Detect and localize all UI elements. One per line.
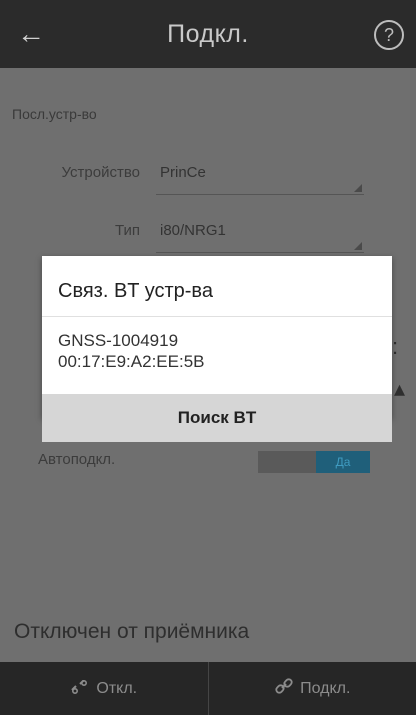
type-value[interactable]: i80/NRG1	[160, 222, 226, 239]
disconnect-button[interactable]: Откл.	[0, 662, 208, 715]
search-bt-button[interactable]: Поиск BT	[42, 394, 392, 442]
partial-arrow-icon-right: ▴	[394, 376, 406, 401]
page-title: Подкл.	[167, 19, 249, 48]
connection-status-text: Отключен от приёмника	[14, 620, 250, 643]
dialog-title: Связ. BT устр-ва	[58, 280, 213, 302]
device-spinner-underline	[156, 194, 364, 195]
disconnect-label: Откл.	[96, 679, 138, 697]
bt-devices-dialog: Связ. BT устр-ва GNSS-1004919 00:17:E9:A…	[42, 256, 392, 442]
last-device-section-label: Посл.устр-во	[12, 106, 97, 122]
connect-button[interactable]: Подкл.	[209, 662, 416, 715]
bottom-action-bar: Откл. Подкл.	[0, 662, 416, 715]
partial-icon-right: :	[392, 334, 399, 359]
type-spinner-underline	[156, 252, 364, 253]
bt-device-name: GNSS-1004919	[58, 331, 179, 350]
device-label: Устройство	[61, 164, 140, 181]
device-value[interactable]: PrinCe	[160, 164, 206, 181]
bt-device-item[interactable]: GNSS-1004919 00:17:E9:A2:EE:5B	[42, 318, 392, 392]
dialog-divider	[42, 316, 392, 317]
help-icon[interactable]: ?	[374, 20, 404, 50]
bt-device-mac: 00:17:E9:A2:EE:5B	[58, 352, 205, 371]
type-label: Тип	[114, 222, 140, 239]
unlink-icon	[70, 678, 90, 699]
autoconnect-label: Автоподкл.	[38, 451, 116, 468]
device-spinner-arrow-icon[interactable]	[354, 184, 362, 192]
connect-label: Подкл.	[300, 679, 351, 697]
link-icon	[274, 676, 294, 701]
top-app-bar: ← Подкл. ?	[0, 0, 416, 68]
back-arrow-icon[interactable]: ←	[14, 18, 48, 52]
type-spinner-arrow-icon[interactable]	[354, 242, 362, 250]
autoconnect-toggle[interactable]: Да	[316, 451, 370, 473]
